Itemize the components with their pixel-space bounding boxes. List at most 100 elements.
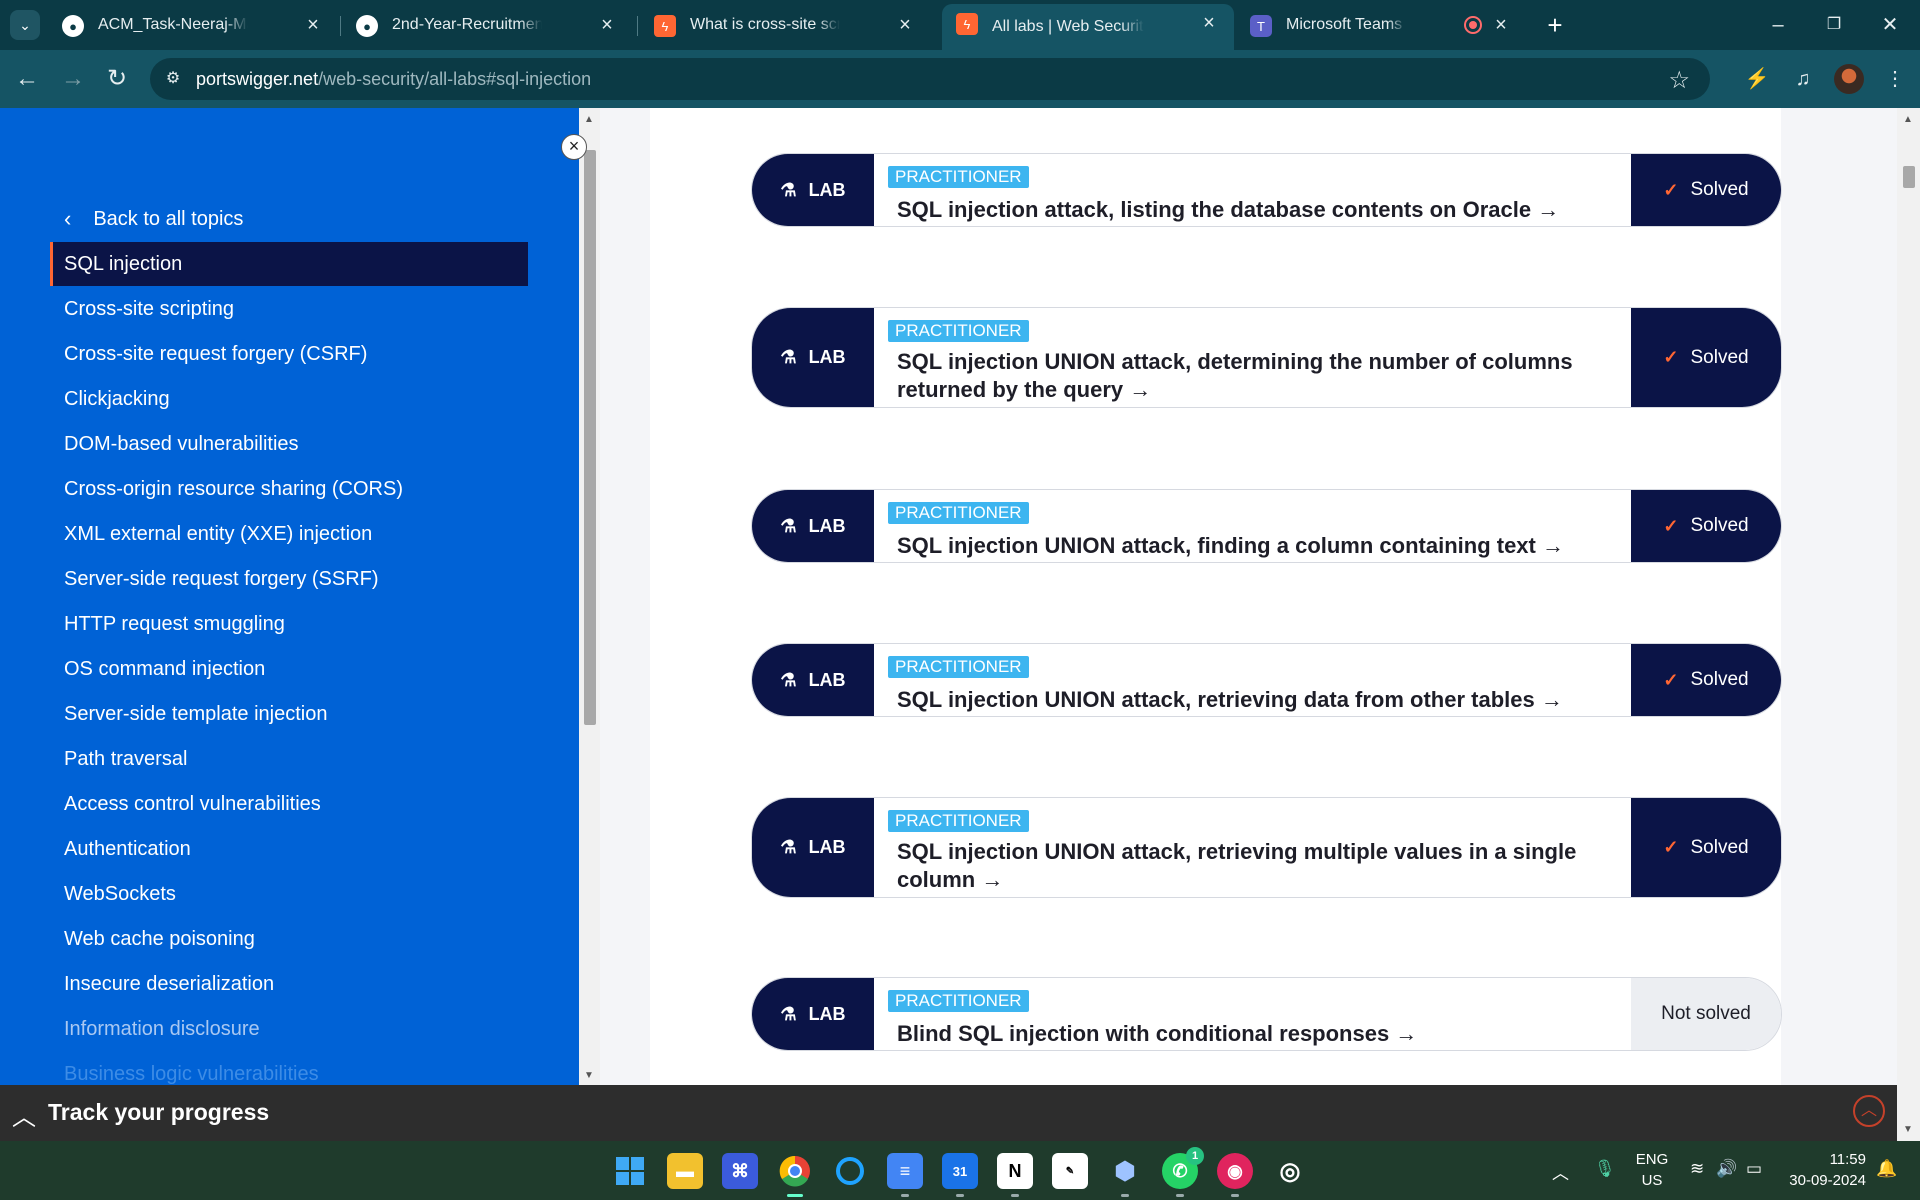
sidebar-item[interactable]: Server-side template injection — [50, 692, 528, 736]
close-tab-icon[interactable]: × — [302, 14, 324, 36]
notion-icon[interactable]: N — [997, 1153, 1033, 1197]
ring-app-icon[interactable]: ◎ — [1272, 1153, 1308, 1189]
close-tab-icon[interactable]: × — [1198, 12, 1220, 34]
recording-icon — [1464, 16, 1482, 34]
track-progress-title[interactable]: Track your progress — [48, 1099, 269, 1126]
calendar-icon[interactable]: 31 — [942, 1153, 978, 1197]
lab-title-link[interactable]: SQL injection UNION attack, finding a co… — [897, 532, 1617, 560]
sidebar-item[interactable]: DOM-based vulnerabilities — [50, 422, 528, 466]
tab-search-button[interactable]: ⌄ — [10, 10, 40, 40]
language-indicator[interactable]: ENG US — [1632, 1149, 1672, 1191]
portswigger-icon: ϟ — [956, 13, 978, 35]
restore-button[interactable]: ❐ — [1812, 10, 1856, 40]
new-tab-button[interactable]: + — [1540, 12, 1570, 38]
sidebar-item[interactable]: XML external entity (XXE) injection — [50, 512, 528, 556]
address-bar[interactable]: ⚙ portswigger.net/web-security/all-labs#… — [150, 58, 1710, 100]
lab-title-link[interactable]: SQL injection attack, listing the databa… — [897, 196, 1617, 224]
browser-toolbar: ← → ↻ ⚙ portswigger.net/web-security/all… — [0, 50, 1920, 108]
recorder-icon[interactable]: ◉ — [1217, 1153, 1253, 1197]
sidebar-scroll-thumb[interactable] — [584, 150, 596, 725]
browser-tab[interactable]: ● ACM_Task-Neeraj-Madhavarapu × — [48, 6, 338, 44]
scroll-down-arrow-icon[interactable]: ▼ — [584, 1070, 594, 1081]
lab-card[interactable]: ⚗ LAB PRACTITIONER SQL injection UNION at… — [751, 489, 1782, 563]
flask-icon: ⚗ — [780, 179, 797, 200]
start-button[interactable] — [612, 1153, 648, 1189]
docs-icon[interactable]: ≡ — [887, 1153, 923, 1197]
battery-icon[interactable]: ▭ — [1746, 1159, 1762, 1179]
scroll-up-arrow-icon[interactable]: ▲ — [1903, 114, 1913, 125]
back-button[interactable]: ← — [12, 64, 42, 94]
sidebar-item[interactable]: Insecure deserialization — [50, 962, 528, 1006]
extension-icon[interactable]: ⚡ — [1742, 64, 1772, 94]
profile-avatar[interactable] — [1834, 64, 1864, 94]
scroll-to-top-button[interactable]: ︿ — [1853, 1095, 1885, 1127]
sidebar-item[interactable]: Authentication — [50, 827, 528, 871]
lab-title-link[interactable]: Blind SQL injection with conditional res… — [897, 1020, 1617, 1048]
wifi-icon[interactable]: ≋ — [1690, 1159, 1704, 1179]
sidebar-scrollbar[interactable]: ▲ ▼ — [579, 108, 600, 1085]
sidebar-item[interactable]: Access control vulnerabilities — [50, 782, 528, 826]
lab-tag: ⚗ LAB — [752, 154, 874, 226]
sidebar-item[interactable]: WebSockets — [50, 872, 528, 916]
file-explorer-icon[interactable]: ▬ — [667, 1153, 703, 1189]
topics-sidebar: ‹ Back to all topics SQL injection Cross… — [0, 108, 579, 1085]
reload-button[interactable]: ↻ — [102, 64, 132, 94]
scroll-up-arrow-icon[interactable]: ▲ — [584, 114, 594, 125]
sidebar-item[interactable]: Business logic vulnerabilities — [50, 1052, 528, 1085]
microphone-icon[interactable]: 🎙 — [1594, 1159, 1616, 1179]
main-content: ⚗ LAB PRACTITIONER SQL injection attack, … — [600, 108, 1897, 1085]
close-tab-icon[interactable]: × — [894, 14, 916, 36]
lab-card[interactable]: ⚗ LAB PRACTITIONER Blind SQL injection wi… — [751, 977, 1782, 1051]
virtualbox-icon[interactable]: ⬢ — [1107, 1153, 1143, 1197]
browser-tab[interactable]: T Microsoft Teams meeting | M × — [1236, 6, 1526, 44]
track-progress-bar[interactable]: ︿ Track your progress ︿ — [0, 1085, 1897, 1141]
check-icon: ✓ — [1663, 837, 1679, 857]
sidebar-item[interactable]: Server-side request forgery (SSRF) — [50, 557, 528, 601]
tab-title: ACM_Task-Neeraj-Madhavarapu — [98, 16, 248, 33]
close-window-button[interactable]: ✕ — [1868, 10, 1912, 40]
minimize-button[interactable]: – — [1756, 10, 1800, 40]
sidebar-item[interactable]: Path traversal — [50, 737, 528, 781]
system-clock[interactable]: 11:59 30-09-2024 — [1786, 1149, 1866, 1191]
bookmark-star-icon[interactable]: ☆ — [1668, 66, 1690, 95]
back-to-topics-link[interactable]: ‹ Back to all topics — [64, 206, 243, 232]
volume-icon[interactable]: 🔊 — [1716, 1159, 1737, 1179]
cortana-icon[interactable] — [832, 1153, 868, 1189]
browser-tab[interactable]: ● 2nd-Year-Recruitment/SIG Cyber × — [342, 6, 632, 44]
close-tab-icon[interactable]: × — [596, 14, 618, 36]
sidebar-item[interactable]: Clickjacking — [50, 377, 528, 421]
browser-tab[interactable]: ϟ What is cross-site scripting (XSS × — [640, 6, 930, 44]
page-scrollbar[interactable]: ▲ ▼ — [1897, 108, 1920, 1141]
vscode-icon[interactable]: ⌘ — [722, 1153, 758, 1189]
sidebar-item-sql-injection[interactable]: SQL injection — [50, 242, 528, 286]
browser-tab-active[interactable]: ϟ All labs | Web Security Academy × — [942, 4, 1234, 50]
lab-card[interactable]: ⚗ LAB PRACTITIONER SQL injection UNION at… — [751, 797, 1782, 898]
close-sidebar-button[interactable]: × — [561, 134, 587, 160]
sidebar-item[interactable]: HTTP request smuggling — [50, 602, 528, 646]
show-hidden-icons-icon[interactable]: ︿ — [1552, 1159, 1569, 1184]
lab-title-link[interactable]: SQL injection UNION attack, retrieving d… — [897, 686, 1617, 714]
scroll-down-arrow-icon[interactable]: ▼ — [1903, 1124, 1913, 1135]
sidebar-item[interactable]: Information disclosure — [50, 1007, 528, 1051]
sidebar-item[interactable]: Cross-site scripting — [50, 287, 528, 331]
menu-icon[interactable]: ⋮ — [1880, 64, 1910, 94]
whatsapp-icon[interactable]: ✆ 1 — [1162, 1147, 1204, 1197]
close-tab-icon[interactable]: × — [1490, 14, 1512, 36]
site-info-icon[interactable]: ⚙ — [162, 68, 184, 90]
lab-card[interactable]: ⚗ LAB PRACTITIONER SQL injection attack, … — [751, 153, 1782, 227]
chrome-icon[interactable] — [777, 1153, 813, 1197]
notification-bell-icon[interactable]: 🔔 — [1876, 1159, 1897, 1179]
lab-title-link[interactable]: SQL injection UNION attack, determining … — [897, 348, 1617, 404]
notes-app-icon[interactable]: ✎ — [1052, 1153, 1088, 1189]
chevron-up-icon[interactable]: ︿ — [12, 1097, 36, 1132]
media-control-icon[interactable]: ♫ — [1788, 64, 1818, 94]
lab-card[interactable]: ⚗ LAB PRACTITIONER SQL injection UNION at… — [751, 643, 1782, 717]
forward-button[interactable]: → — [58, 64, 88, 94]
lab-title-link[interactable]: SQL injection UNION attack, retrieving m… — [897, 838, 1617, 894]
sidebar-item[interactable]: Web cache poisoning — [50, 917, 528, 961]
sidebar-item[interactable]: Cross-site request forgery (CSRF) — [50, 332, 528, 376]
page-scroll-thumb[interactable] — [1903, 166, 1915, 188]
lab-card[interactable]: ⚗ LAB PRACTITIONER SQL injection UNION at… — [751, 307, 1782, 408]
sidebar-item[interactable]: Cross-origin resource sharing (CORS) — [50, 467, 528, 511]
sidebar-item[interactable]: OS command injection — [50, 647, 528, 691]
